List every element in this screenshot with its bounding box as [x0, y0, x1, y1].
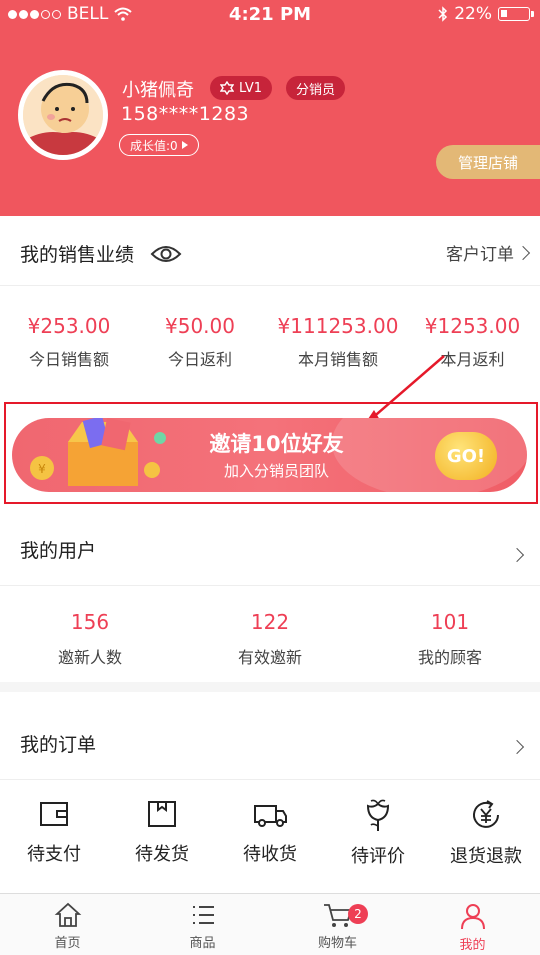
stat-invited-count[interactable]: 156 邀新人数: [0, 610, 180, 668]
tab-mine[interactable]: 我的: [405, 902, 540, 953]
order-pending-review[interactable]: 待评价: [324, 798, 432, 868]
stat-label: 我的顾客: [417, 648, 482, 667]
stat-value: 101: [430, 610, 470, 634]
order-refund[interactable]: 退货退款: [432, 798, 540, 868]
order-label: 待发货: [135, 844, 189, 865]
bottom-tab-bar: 首页 商品 2 购物车 我的: [0, 893, 540, 955]
chevron-right-icon: [509, 739, 525, 755]
divider: [0, 504, 540, 514]
list-icon: [192, 906, 214, 924]
tab-label: 首页: [54, 936, 81, 951]
tab-label: 我的: [459, 938, 486, 953]
tab-cart[interactable]: 2 购物车: [270, 902, 405, 951]
cart-count-badge: 2: [348, 904, 368, 924]
home-icon: [54, 902, 81, 927]
flower-icon: [366, 799, 390, 831]
orders-section-header[interactable]: 我的订单: [0, 706, 540, 780]
stat-value: 122: [250, 610, 290, 634]
truck-icon: [254, 805, 287, 827]
users-more[interactable]: [509, 547, 525, 563]
order-label: 待评价: [351, 846, 405, 867]
order-label: 退货退款: [450, 846, 522, 867]
user-icon: [460, 904, 485, 930]
refund-icon: [473, 800, 499, 828]
order-pending-receipt[interactable]: 待收货: [216, 798, 324, 866]
order-pending-shipment[interactable]: 待发货: [108, 798, 216, 866]
order-label: 待收货: [243, 844, 297, 865]
orders-more[interactable]: [509, 739, 525, 755]
wallet-icon: [40, 802, 68, 826]
invite-banner[interactable]: ¥ 邀请10位好友 加入分销员团队 GO!: [12, 418, 527, 492]
stat-label: 邀新人数: [57, 648, 122, 667]
tab-products[interactable]: 商品: [135, 902, 270, 951]
order-status-row: 待支付 待发货 待收货 待评价 退货退款: [0, 780, 540, 890]
stat-my-customers[interactable]: 101 我的顾客: [360, 610, 540, 668]
users-title: 我的用户: [20, 540, 97, 562]
stat-valid-invites[interactable]: 122 有效邀新: [180, 610, 360, 668]
box-icon: [148, 801, 176, 827]
order-pending-payment[interactable]: 待支付: [0, 798, 108, 866]
chevron-right-icon: [509, 547, 525, 563]
tab-home[interactable]: 首页: [0, 902, 135, 951]
stat-label: 有效邀新: [237, 648, 302, 667]
tab-label: 购物车: [317, 936, 357, 951]
order-label: 待支付: [27, 844, 81, 865]
user-stats: 156 邀新人数 122 有效邀新 101 我的顾客: [0, 586, 540, 692]
orders-title: 我的订单: [20, 734, 97, 756]
profile-page: BELL 4:21 PM 22% 小猪佩奇 LV1 分销员 158****128…: [0, 0, 540, 955]
tab-label: 商品: [189, 936, 216, 951]
users-section-header[interactable]: 我的用户: [0, 514, 540, 586]
go-button[interactable]: GO!: [435, 432, 497, 480]
stat-value: 156: [70, 610, 110, 634]
